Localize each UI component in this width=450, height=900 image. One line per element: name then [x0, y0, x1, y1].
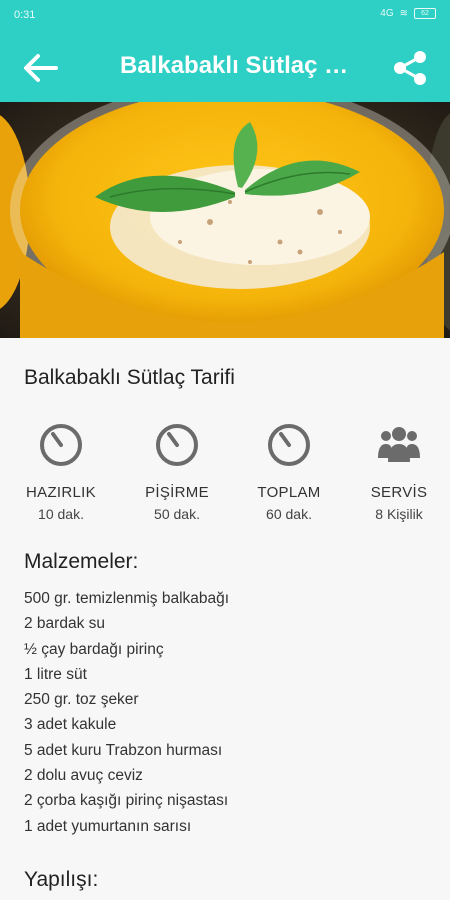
status-icons: 4G ≋ 62	[380, 8, 436, 19]
stat-label: TOPLAM	[257, 484, 321, 501]
ingredients-list: 500 gr. temizlenmiş balkabağı 2 bardak su…	[24, 586, 229, 839]
ingredient-item: 2 bardak su	[24, 615, 105, 633]
recipe-title: Balkabaklı Sütlaç Tarifi	[24, 366, 235, 389]
stat-label: SERVİS	[370, 484, 428, 501]
recipe-stats: HAZIRLIK 10 dak. PİŞİRME 50 dak. TOPLAM …	[0, 422, 450, 532]
stat-cook: PİŞİRME 50 dak.	[122, 422, 232, 522]
stat-label: HAZIRLIK	[26, 484, 96, 501]
ingredient-item: ½ çay bardağı pirinç	[24, 640, 164, 658]
status-time: 0:31	[14, 9, 36, 21]
app-bar: Balkabaklı Sütlaç Tarifi	[0, 32, 450, 102]
share-button[interactable]	[390, 48, 430, 88]
stat-value: 10 dak.	[38, 506, 84, 522]
back-button[interactable]	[18, 46, 62, 90]
stat-label: PİŞİRME	[145, 484, 209, 501]
ingredient-item: 3 adet kakule	[24, 716, 117, 734]
stat-total: TOPLAM 60 dak.	[234, 422, 344, 522]
timer-icon	[268, 424, 310, 466]
arrow-left-icon	[24, 54, 58, 82]
status-bar: 0:31 4G ≋ 62	[0, 0, 450, 32]
recipe-content: Balkabaklı Sütlaç Tarifi HAZIRLIK 10 dak…	[0, 338, 450, 900]
stat-prep: HAZIRLIK 10 dak.	[6, 422, 116, 522]
ingredient-item: 500 gr. temizlenmiş balkabağı	[24, 590, 230, 607]
stat-servings: SERVİS 8 Kişilik	[344, 422, 450, 522]
app-title: Balkabaklı Sütlaç Tarifi	[120, 52, 360, 79]
timer-icon	[156, 424, 198, 466]
wifi-icon: ≋	[399, 8, 408, 19]
stat-value: 8 Kişilik	[375, 506, 423, 522]
ingredient-item: 2 dolu avuç ceviz	[24, 767, 143, 785]
people-icon	[378, 427, 420, 462]
ingredient-item: 5 adet kuru Trabzon hurması	[24, 741, 223, 759]
directions-title: Yapılışı:	[24, 868, 99, 891]
ingredients-title: Malzemeler:	[24, 550, 139, 573]
stat-value: 60 dak.	[266, 506, 312, 522]
ingredient-item: 1 adet yumurtanın sarısı	[24, 817, 192, 835]
ingredient-item: 250 gr. toz şeker	[24, 691, 139, 709]
ingredient-item: 2 çorba kaşığı pirinç nişastası	[24, 792, 229, 810]
ingredient-item: 1 litre süt	[24, 665, 87, 683]
timer-icon	[40, 424, 82, 466]
stat-value: 50 dak.	[154, 506, 200, 522]
signal-label: 4G	[380, 8, 394, 19]
battery-icon: 62	[414, 8, 436, 19]
share-icon	[394, 51, 426, 85]
recipe-photo	[0, 102, 450, 338]
